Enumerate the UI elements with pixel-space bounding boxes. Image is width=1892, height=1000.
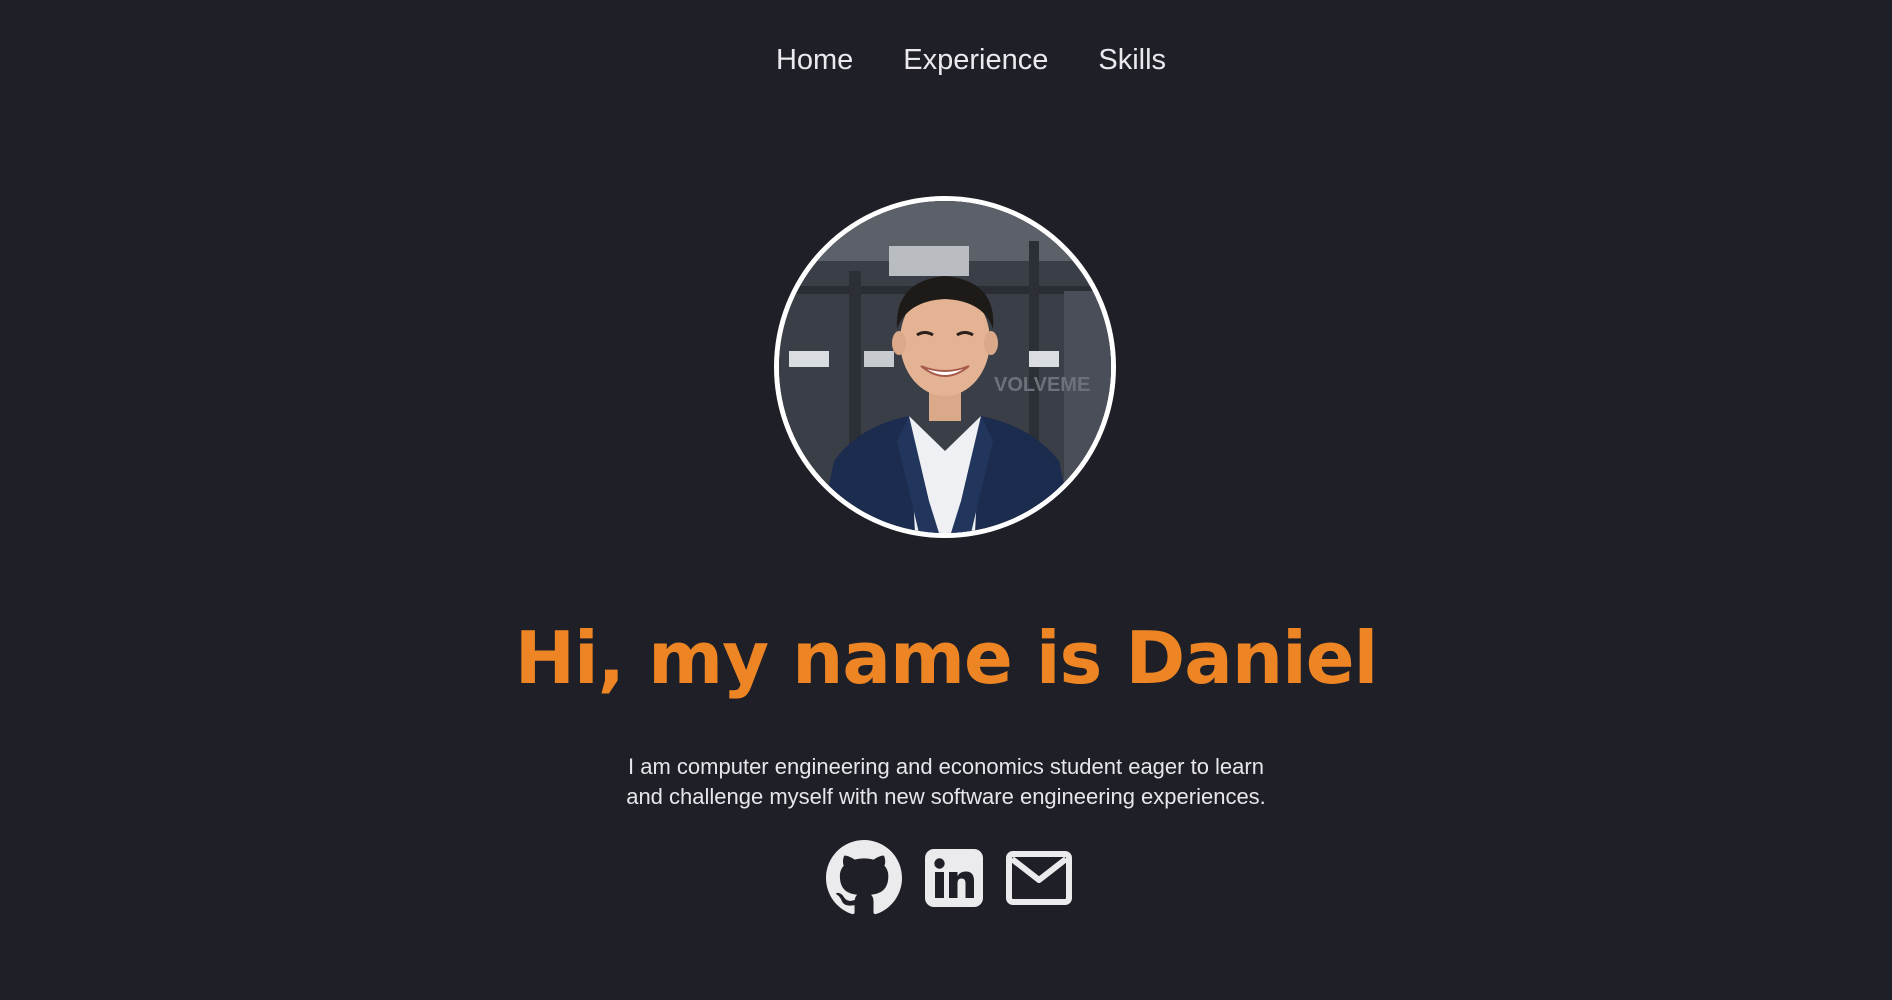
bio-line-2: and challenge myself with new software e… — [626, 784, 1266, 809]
nav-skills-link[interactable]: Skills — [1098, 38, 1166, 82]
email-link[interactable] — [1006, 851, 1072, 905]
linkedin-icon — [925, 849, 983, 907]
hero-bio: I am computer engineering and economics … — [0, 752, 1892, 812]
nav-experience-link[interactable]: Experience — [903, 38, 1048, 82]
linkedin-link[interactable] — [924, 848, 984, 908]
profile-photo: VOLVEME — [774, 196, 1116, 538]
mail-icon — [1006, 851, 1072, 905]
social-links — [0, 840, 1892, 916]
hero-headline: Hi, my name is Daniel — [514, 616, 1379, 700]
background-sign-text: VOLVEME — [994, 374, 1090, 396]
page: Home Experience Skills VOLVEME Hi, my na… — [0, 0, 1892, 1000]
github-link[interactable] — [826, 840, 902, 916]
top-nav: Home Experience Skills — [0, 38, 1892, 82]
bio-line-1: I am computer engineering and economics … — [628, 754, 1264, 779]
nav-home-link[interactable]: Home — [776, 38, 853, 82]
github-icon — [826, 840, 902, 915]
